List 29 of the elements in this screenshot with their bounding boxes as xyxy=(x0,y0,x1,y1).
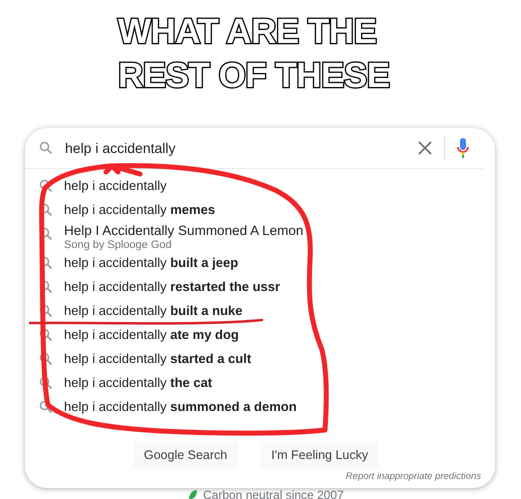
search-icon xyxy=(39,352,53,366)
leaf-icon xyxy=(188,489,198,499)
search-icon xyxy=(39,328,53,342)
suggestion-title[interactable]: Help I Accidentally Summoned A Lemon xyxy=(64,222,304,239)
suggestion-item[interactable]: help i accidentally ate my dog xyxy=(64,323,239,347)
suggestion-item[interactable]: help i accidentally xyxy=(64,174,167,198)
footer-text: Carbon neutral since 2007 xyxy=(203,488,344,499)
suggestion-item[interactable]: help i accidentally memes xyxy=(64,198,216,222)
search-icon xyxy=(39,376,53,390)
search-icon xyxy=(39,400,53,414)
suggestion-item[interactable]: help i accidentally built a jeep xyxy=(64,251,238,275)
search-icon xyxy=(39,280,53,294)
search-icon xyxy=(39,141,53,155)
search-button[interactable]: I'm Feeling Lucky xyxy=(260,441,380,469)
suggestion-item[interactable]: help i accidentally the cat xyxy=(64,371,212,395)
search-icon xyxy=(39,179,53,193)
close-icon[interactable] xyxy=(418,141,432,155)
suggestion-item[interactable]: help i accidentally built a nuke xyxy=(64,299,242,323)
report-link[interactable]: Report inappropriate predictions xyxy=(346,471,481,482)
search-field[interactable]: help i accidentally xyxy=(65,140,406,156)
suggestion-subtitle: Song by Splooge God xyxy=(64,239,173,251)
microphone-icon[interactable] xyxy=(457,138,469,158)
search-button[interactable]: Google Search xyxy=(132,441,238,469)
suggestion-item[interactable]: help i accidentally started a cult xyxy=(64,347,252,371)
meme-caption-line: REST OF THESE xyxy=(118,55,390,97)
suggestion-item[interactable]: help i accidentally restarted the ussr xyxy=(64,275,280,299)
search-icon xyxy=(39,304,53,318)
suggestion-item[interactable]: help i accidentally summoned a demon xyxy=(64,395,297,419)
meme-caption-line: WHAT ARE THE xyxy=(118,11,376,53)
